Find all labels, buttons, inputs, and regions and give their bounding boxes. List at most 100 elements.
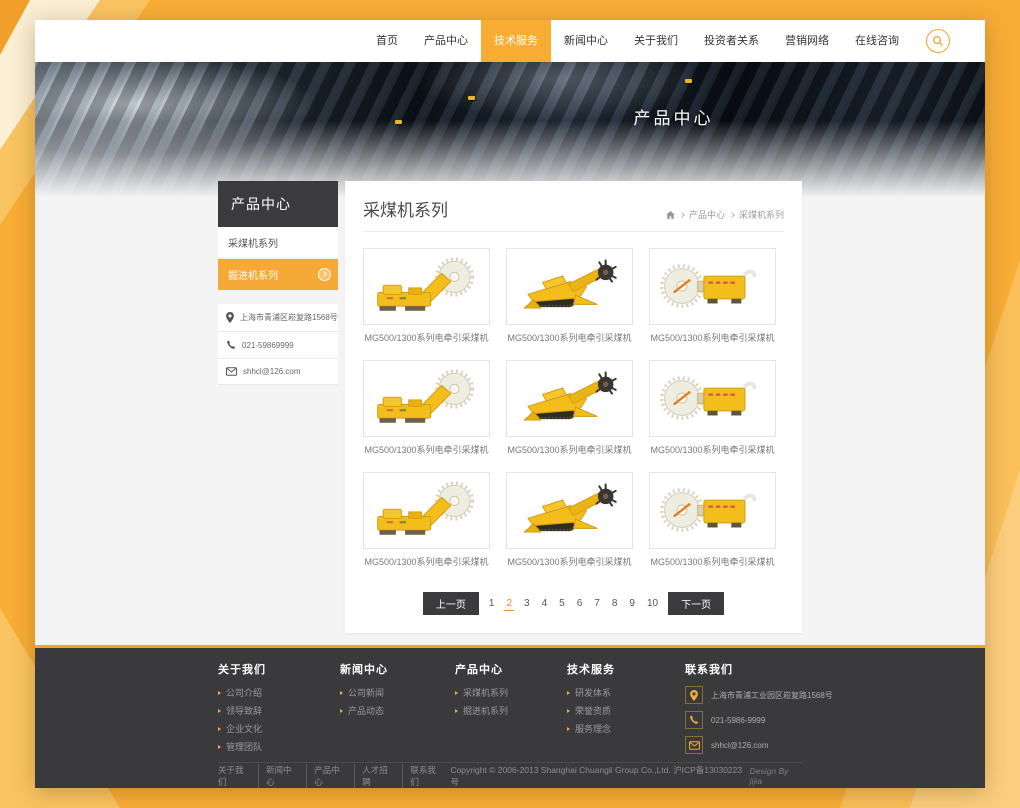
disc-machine-illustration [657, 255, 769, 319]
contact-phone: 021-59869999 [242, 341, 294, 350]
nav-item-marketing[interactable]: 营销网络 [772, 20, 842, 62]
product-card[interactable]: MG500/1300系列电牵引采煤机 [506, 248, 633, 344]
search-icon [932, 35, 944, 47]
page-number-9[interactable]: 9 [627, 597, 637, 610]
product-image [506, 360, 633, 437]
home-icon[interactable] [666, 211, 675, 219]
footer-phone: 021-5986-9999 [711, 716, 765, 725]
page-number-8[interactable]: 8 [610, 597, 620, 610]
footer-link[interactable]: 领导致辞 [218, 704, 340, 717]
disc-machine-illustration [657, 367, 769, 431]
nav-item-online-consult[interactable]: 在线咨询 [842, 20, 912, 62]
page-number-4[interactable]: 4 [540, 597, 550, 610]
product-card[interactable]: MG500/1300系列电牵引采煤机 [649, 360, 776, 456]
nav-item-products[interactable]: 产品中心 [411, 20, 481, 62]
sidebar-title: 产品中心 [218, 181, 338, 227]
arrow-bullet-icon [218, 745, 221, 749]
product-card[interactable]: MG500/1300系列电牵引采煤机 [649, 472, 776, 568]
nav-item-tech-service[interactable]: 技术服务 [481, 20, 551, 62]
nav-item-news[interactable]: 新闻中心 [551, 20, 621, 62]
page-title: 采煤机系列 [363, 196, 448, 221]
arrow-bullet-icon [567, 709, 570, 713]
arrow-bullet-icon [218, 709, 221, 713]
footer-col-title: 新闻中心 [340, 661, 455, 677]
footer-link[interactable]: 企业文化 [218, 722, 340, 735]
phone-icon [685, 711, 703, 729]
product-card[interactable]: MG500/1300系列电牵引采煤机 [506, 360, 633, 456]
content-panel: 采煤机系列 产品中心 采煤机系列 MG500/1300系列电牵引采煤机 [345, 181, 802, 633]
shearer-machine-illustration [371, 479, 483, 543]
page-number-5[interactable]: 5 [557, 597, 567, 610]
arrow-bullet-icon [567, 727, 570, 731]
footer-link[interactable]: 掘进机系列 [455, 704, 567, 717]
product-image [506, 248, 633, 325]
page-number-3[interactable]: 3 [522, 597, 532, 610]
product-card[interactable]: MG500/1300系列电牵引采煤机 [363, 472, 490, 568]
footer-bottom-links: 关于我们 新闻中心 产品中心 人才招聘 联系我们 [218, 764, 450, 788]
footer-address-row: 上海市青浦工业园区崧复路1568号 [685, 686, 833, 704]
footer-bottom-link[interactable]: 新闻中心 [258, 764, 306, 788]
page-number-1[interactable]: 1 [487, 597, 497, 610]
footer-link[interactable]: 荣誉资质 [567, 704, 685, 717]
footer-link[interactable]: 公司新闻 [340, 686, 455, 699]
footer-col-title: 产品中心 [455, 661, 567, 677]
page-number-10[interactable]: 10 [645, 597, 660, 610]
product-card[interactable]: MG500/1300系列电牵引采煤机 [506, 472, 633, 568]
sidebar-item-roadheader-series[interactable]: 掘进机系列 [218, 259, 338, 290]
footer-col-news: 新闻中心 公司新闻 产品动态 [340, 661, 455, 761]
product-name: MG500/1300系列电牵引采煤机 [363, 549, 490, 568]
product-name: MG500/1300系列电牵引采煤机 [649, 549, 776, 568]
product-name: MG500/1300系列电牵引采煤机 [506, 549, 633, 568]
product-name: MG500/1300系列电牵引采煤机 [649, 325, 776, 344]
sidebar-contact: 上海市青浦区崧复路1568号 021-59869999 shhcl@126.co… [218, 304, 338, 385]
breadcrumb-products[interactable]: 产品中心 [689, 208, 725, 221]
contact-phone-row: 021-59869999 [218, 332, 338, 359]
product-card[interactable]: MG500/1300系列电牵引采煤机 [363, 360, 490, 456]
arrow-bullet-icon [455, 691, 458, 695]
footer-col-tech: 技术服务 研发体系 荣誉资质 服务理念 [567, 661, 685, 761]
hero-title: 产品中心 [634, 104, 714, 129]
sidebar-item-label: 采煤机系列 [228, 239, 278, 250]
footer-link[interactable]: 公司介绍 [218, 686, 340, 699]
prev-page-button[interactable]: 上一页 [423, 592, 479, 615]
page-number-7[interactable]: 7 [592, 597, 602, 610]
footer-link[interactable]: 研发体系 [567, 686, 685, 699]
footer-bottom-link[interactable]: 人才招聘 [354, 764, 402, 788]
footer-link[interactable]: 服务理念 [567, 722, 685, 735]
phone-icon [226, 340, 236, 350]
arrow-bullet-icon [218, 691, 221, 695]
product-image [363, 360, 490, 437]
footer-link[interactable]: 采煤机系列 [455, 686, 567, 699]
footer-col-title: 技术服务 [567, 661, 685, 677]
sidebar: 产品中心 采煤机系列 掘进机系列 上海市青浦区崧复路1568号 [218, 181, 338, 633]
sidebar-item-shearer-series[interactable]: 采煤机系列 [218, 227, 338, 259]
panel-header: 采煤机系列 产品中心 采煤机系列 [363, 181, 784, 232]
contact-email: shhcl@126.com [243, 367, 300, 376]
footer-bottom-link[interactable]: 联系我们 [402, 764, 450, 788]
arrow-bullet-icon [455, 709, 458, 713]
nav-item-investor[interactable]: 投资者关系 [691, 20, 772, 62]
nav-item-about[interactable]: 关于我们 [621, 20, 691, 62]
footer-link[interactable]: 产品动态 [340, 704, 455, 717]
search-button[interactable] [926, 29, 950, 53]
copyright: Copyright © 2006-2013 Shanghai Chuangli … [450, 764, 802, 788]
contact-address-row: 上海市青浦区崧复路1568号 [218, 304, 338, 332]
footer-col-title: 关于我们 [218, 661, 340, 677]
page-number-2-current[interactable]: 2 [504, 597, 514, 611]
footer-bottom-link[interactable]: 关于我们 [218, 764, 258, 788]
breadcrumb: 产品中心 采煤机系列 [666, 208, 784, 221]
website-page: 首页 产品中心 技术服务 新闻中心 关于我们 投资者关系 营销网络 在线咨询 产… [35, 20, 985, 788]
nav-item-home[interactable]: 首页 [363, 20, 411, 62]
mining-truck-dot [395, 120, 402, 124]
arrow-bullet-icon [340, 691, 343, 695]
footer-bottom-link[interactable]: 产品中心 [306, 764, 354, 788]
next-page-button[interactable]: 下一页 [668, 592, 724, 615]
footer-link[interactable]: 管理团队 [218, 740, 340, 753]
product-card[interactable]: MG500/1300系列电牵引采煤机 [649, 248, 776, 344]
page-number-6[interactable]: 6 [575, 597, 585, 610]
arrow-bullet-icon [218, 727, 221, 731]
arrow-bullet-icon [340, 709, 343, 713]
contact-address: 上海市青浦区崧复路1568号 [240, 312, 338, 323]
breadcrumb-separator [679, 212, 685, 218]
product-card[interactable]: MG500/1300系列电牵引采煤机 [363, 248, 490, 344]
